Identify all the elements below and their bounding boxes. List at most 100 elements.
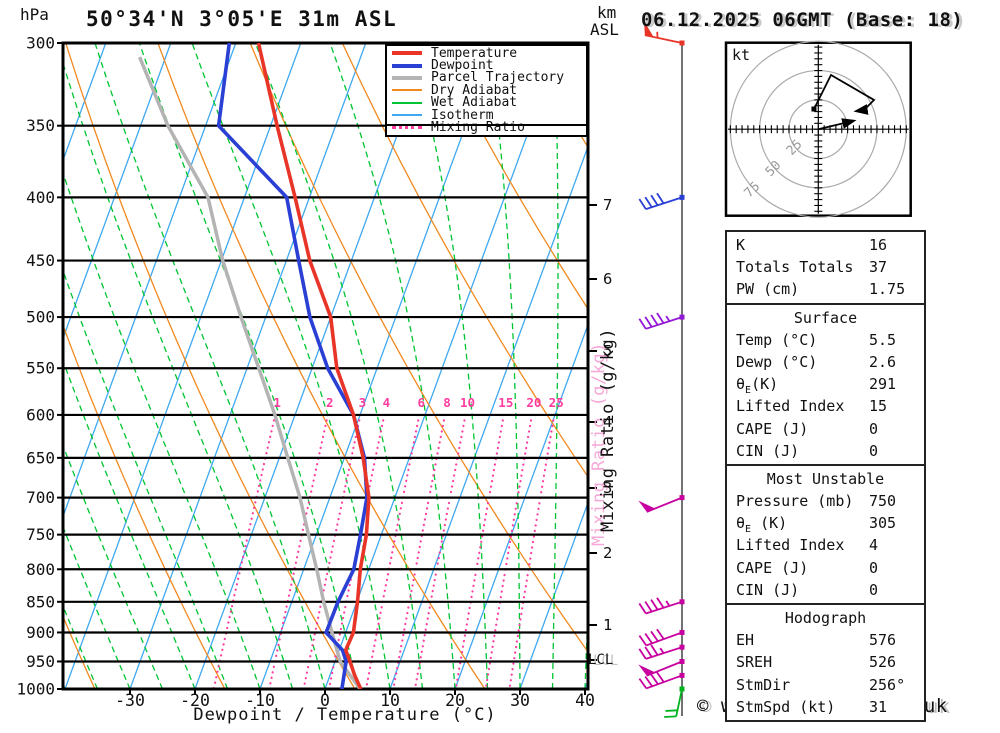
stat-row: θE (K) 305 xyxy=(736,514,897,536)
stat-row: EH 576 xyxy=(736,629,924,651)
svg-text:700: 700 xyxy=(26,488,55,507)
wet-adiabat-line-swatch xyxy=(392,101,422,104)
stat-row: Lifted Index 15 xyxy=(736,395,924,417)
hodograph-stats-section: Hodograph EH 576 SREH 526 StmDir 256° StmSp… xyxy=(725,603,926,722)
svg-text:3: 3 xyxy=(359,395,367,410)
stat-row: Pressure (mb) 750 xyxy=(736,490,924,512)
stat-value: 2.6 xyxy=(869,352,897,371)
svg-text:1: 1 xyxy=(273,395,281,410)
isotherm-line-swatch xyxy=(392,114,422,117)
stat-label: Lifted Index xyxy=(736,536,845,555)
svg-text:-30: -30 xyxy=(115,691,145,710)
lcl-marker-label: LCL xyxy=(588,652,614,668)
svg-text:650: 650 xyxy=(26,448,55,467)
station-title: 50°34'N 3°05'E 31m ASL xyxy=(86,7,398,31)
stat-label: Temp (°C) xyxy=(736,330,818,349)
stat-value: 0 xyxy=(869,441,879,460)
stat-row: CIN (J) 0 xyxy=(736,579,924,601)
svg-text:400: 400 xyxy=(26,188,55,207)
sounding-curves xyxy=(137,43,371,689)
stat-label: CIN (J) xyxy=(736,441,800,460)
svg-text:1: 1 xyxy=(603,616,612,634)
section-title: Hodograph xyxy=(784,609,867,627)
svg-text:2: 2 xyxy=(326,395,334,410)
svg-text:350: 350 xyxy=(26,116,55,135)
stat-value: 37 xyxy=(869,258,888,277)
temperature-line-swatch xyxy=(392,51,422,56)
svg-text:20: 20 xyxy=(526,395,541,410)
gridline-over-legend xyxy=(386,124,586,126)
stat-value: 16 xyxy=(869,236,888,254)
stat-label: CIN (J) xyxy=(736,580,800,599)
stat-value: 576 xyxy=(869,631,897,650)
surface-section: Surface Temp (°C) 5.5 Dewp (°C) 2.6 θE(K) 2… xyxy=(725,302,926,466)
svg-text:600: 600 xyxy=(26,405,55,424)
stat-row: Dewp (°C) 2.6 xyxy=(736,351,924,373)
svg-text:2: 2 xyxy=(603,544,612,562)
hodograph-unit-label: kt xyxy=(732,46,751,64)
run-datetime: 06.12.2025 06GMT (Base: 18) xyxy=(641,9,964,31)
svg-text:850: 850 xyxy=(26,592,55,611)
svg-text:900: 900 xyxy=(26,623,55,642)
stat-value: 750 xyxy=(869,492,897,511)
legend-label: Mixing Ratio xyxy=(431,120,525,136)
stat-row: CAPE (J) 0 xyxy=(736,418,924,440)
stat-row: Temp (°C) 5.5 xyxy=(736,329,924,351)
stat-value: 0 xyxy=(869,419,879,438)
svg-text:1000: 1000 xyxy=(16,680,55,699)
stat-row: CAPE (J) 0 xyxy=(736,557,924,579)
indices-section: K 16 Totals Totals 37 PW (cm) 1.75 xyxy=(725,230,926,305)
parcel-trajectory-curve xyxy=(137,56,362,689)
stat-value: 256° xyxy=(869,675,906,694)
svg-text:40: 40 xyxy=(575,691,595,710)
mixing-ratio-line-swatch xyxy=(392,126,422,130)
stat-row: StmSpd (kt) 31 xyxy=(736,696,924,718)
stat-label: K xyxy=(736,236,746,254)
svg-text:25: 25 xyxy=(549,395,564,410)
stat-label: Lifted Index xyxy=(736,397,845,416)
stat-label: Pressure (mb) xyxy=(736,492,854,511)
svg-text:450: 450 xyxy=(26,251,55,270)
svg-text:300: 300 xyxy=(26,34,55,53)
stat-label: CAPE (J) xyxy=(736,558,809,577)
stat-row: PW (cm) 1.75 xyxy=(736,278,924,300)
stat-label: StmSpd (kt) xyxy=(736,697,836,716)
svg-text:8: 8 xyxy=(443,395,451,410)
stat-row: K 16 xyxy=(736,234,924,256)
svg-text:550: 550 xyxy=(26,359,55,378)
temperature-curve xyxy=(256,43,371,689)
wind-barb-column xyxy=(638,21,685,718)
stat-value: 5.5 xyxy=(869,330,897,349)
stat-label: SREH xyxy=(736,653,773,672)
svg-text:15: 15 xyxy=(498,395,513,410)
stat-row: CIN (J) 0 xyxy=(736,440,924,462)
section-title: Surface xyxy=(793,308,858,327)
svg-text:950: 950 xyxy=(26,652,55,671)
stat-row: Totals Totals 37 xyxy=(736,256,924,278)
stat-label: Dewp (°C) xyxy=(736,352,818,371)
stat-row: Lifted Index 4 xyxy=(736,534,924,556)
stat-label: CAPE (J) xyxy=(736,419,809,438)
svg-text:10: 10 xyxy=(460,395,475,410)
stat-value: 0 xyxy=(869,580,879,599)
mixing-ratio-axis-label: Mixing Ratio (g/kg) xyxy=(598,328,618,532)
stats-panel: K 16 Totals Totals 37 PW (cm) 1.75 Surface … xyxy=(725,230,926,722)
stat-row: SREH 526 xyxy=(736,651,924,673)
stat-value: 31 xyxy=(869,697,888,716)
stat-value: 291 xyxy=(869,375,897,394)
svg-text:500: 500 xyxy=(26,308,55,327)
stat-label: StmDir xyxy=(736,675,791,694)
stat-label: PW (cm) xyxy=(736,280,800,299)
svg-text:4: 4 xyxy=(383,395,391,410)
most-unstable-section: Most Unstable Pressure (mb) 750 θE (K) 305… xyxy=(725,463,926,605)
stat-value: 4 xyxy=(869,536,879,555)
section-title: Most Unstable xyxy=(766,469,885,488)
svg-text:6: 6 xyxy=(418,395,426,410)
stat-row: StmDir 256° xyxy=(736,674,924,696)
temperature-axis-label: Dewpoint / Temperature (°C) xyxy=(193,705,497,725)
svg-text:7: 7 xyxy=(603,196,612,214)
hodograph-panel: 255075 xyxy=(724,40,912,218)
stat-label: Totals Totals xyxy=(736,258,854,277)
dewpoint-line-swatch xyxy=(392,63,422,68)
stat-value: 305 xyxy=(869,514,897,533)
